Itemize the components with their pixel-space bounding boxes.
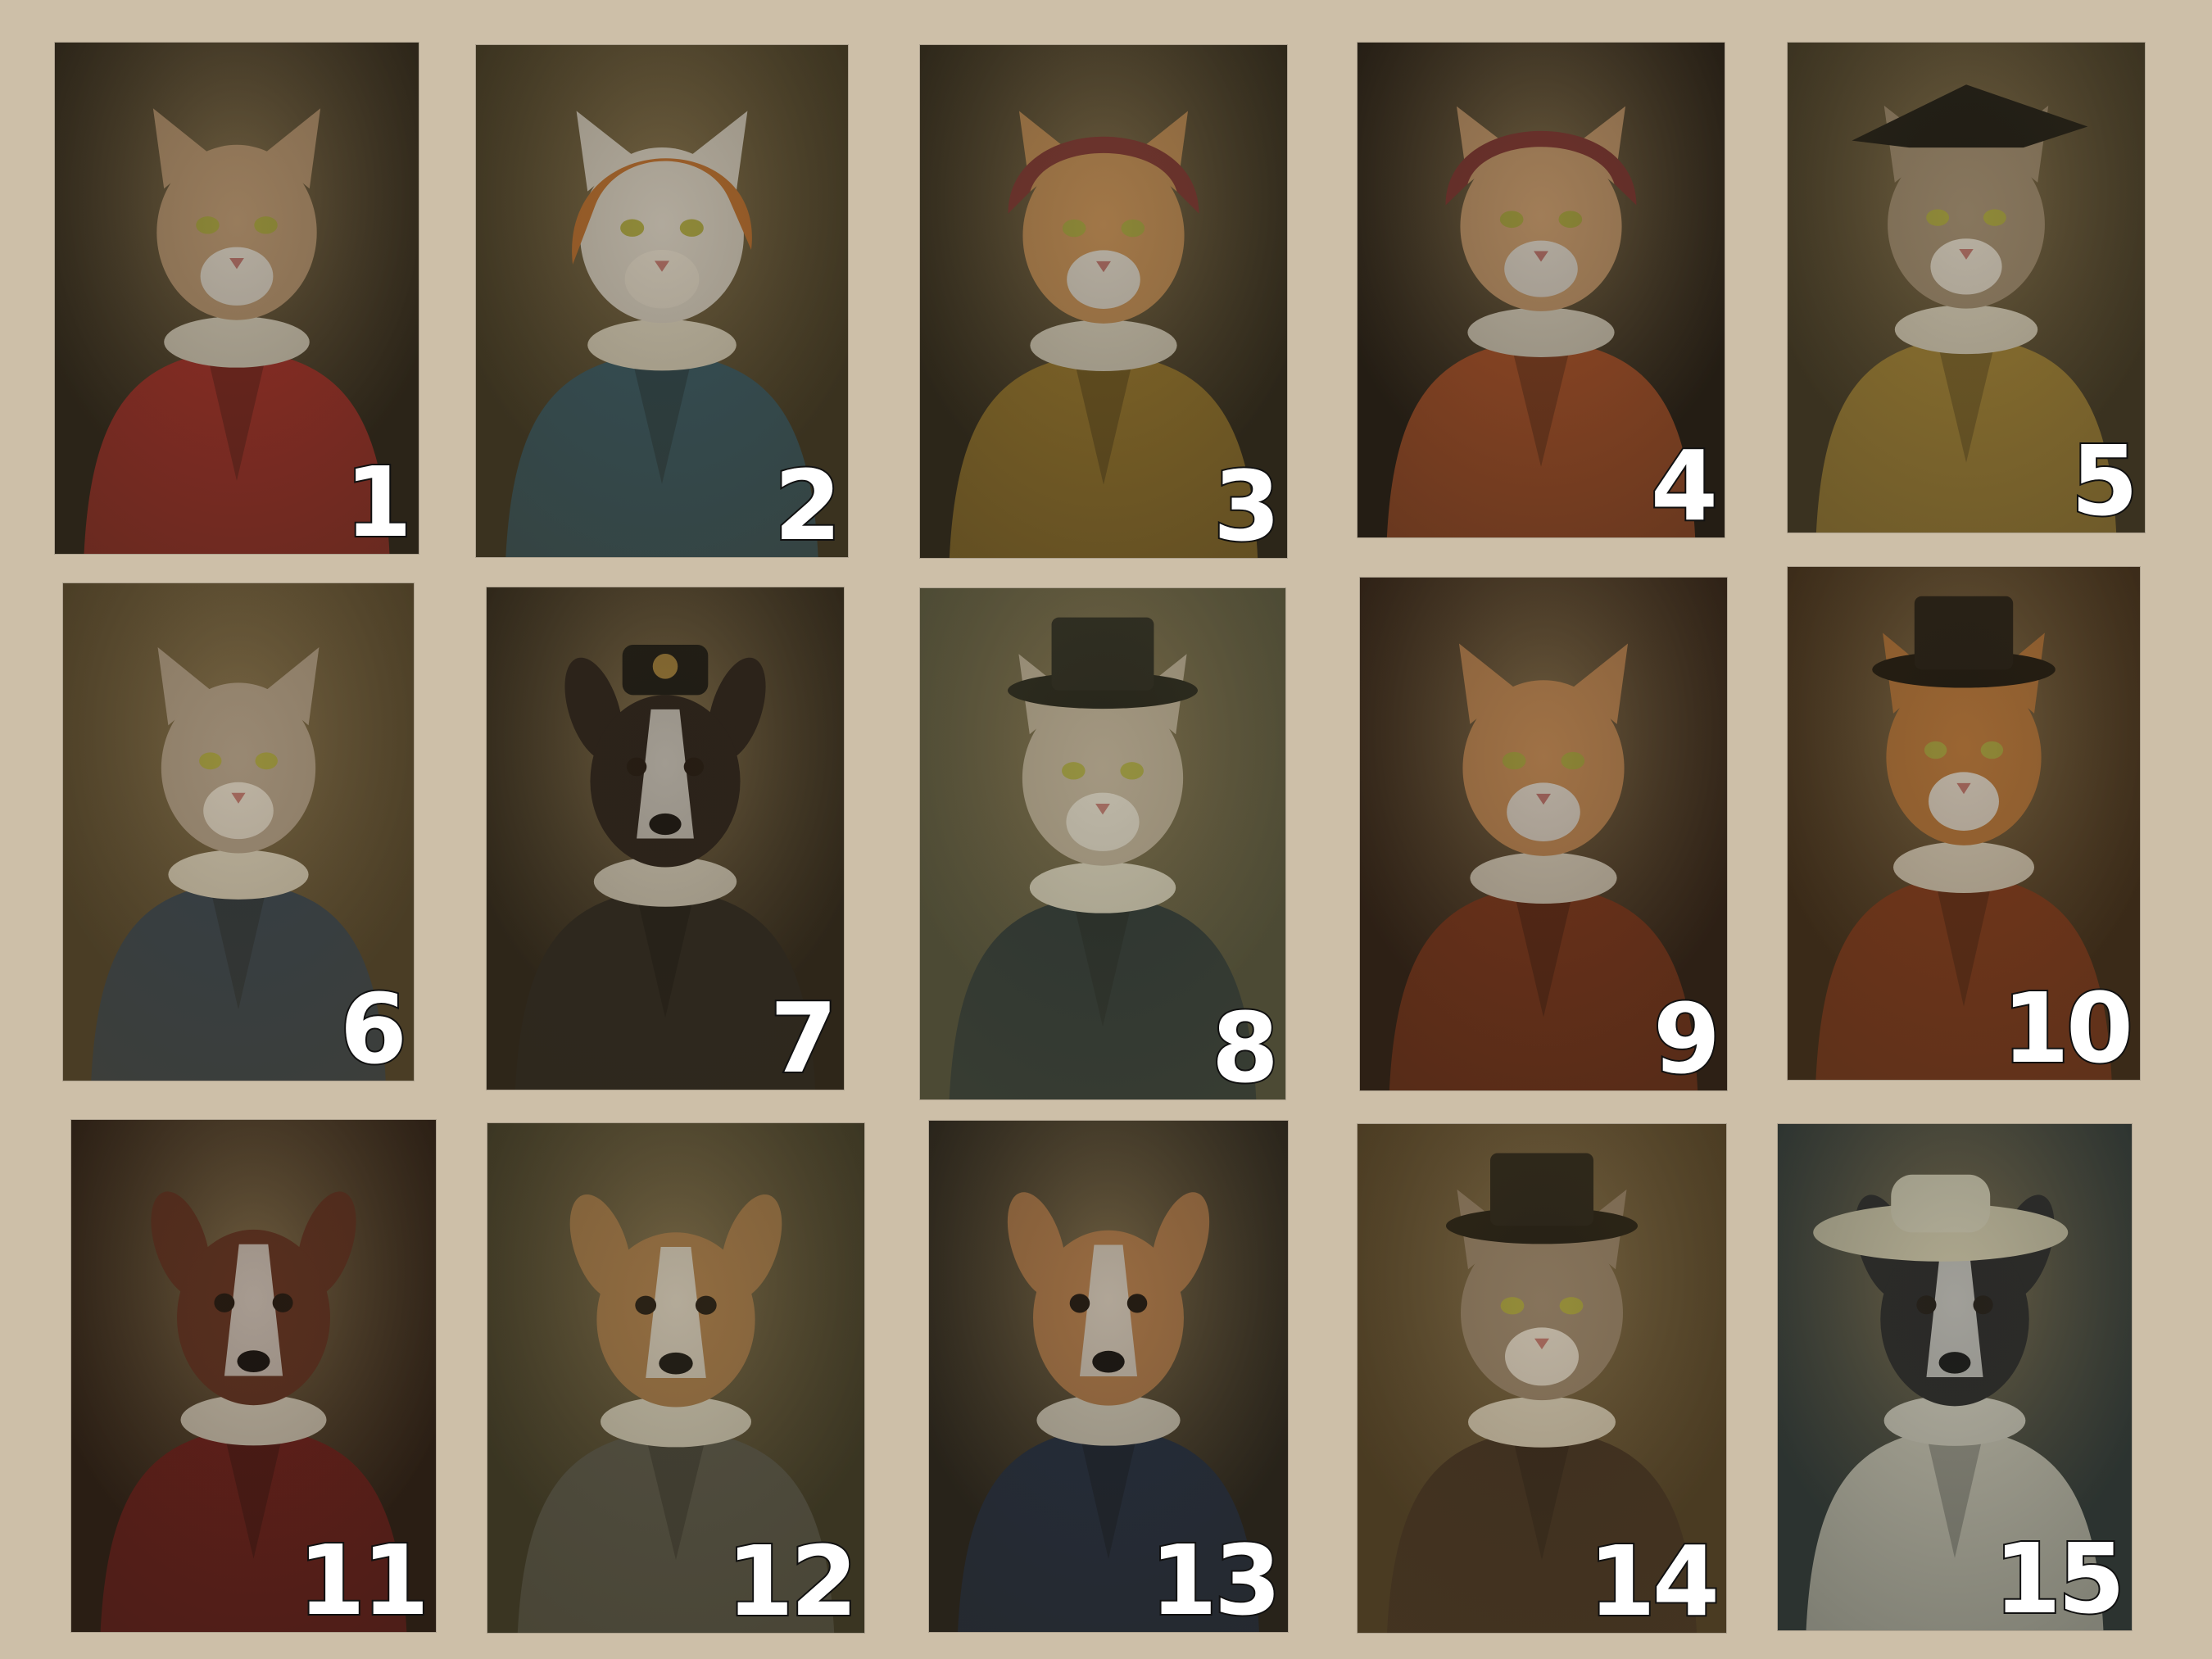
portrait-number: 3 <box>1212 450 1282 558</box>
portrait-number: 12 <box>725 1525 859 1633</box>
portrait-tile[interactable]: 12 <box>487 1123 864 1633</box>
portrait-tile[interactable]: 9 <box>1360 578 1727 1090</box>
portrait-tile[interactable]: 7 <box>487 587 844 1090</box>
portrait-number: 10 <box>2001 972 2135 1080</box>
portrait-tile[interactable]: 13 <box>929 1121 1288 1632</box>
portrait-tile[interactable]: 2 <box>476 45 848 557</box>
portrait-number: 8 <box>1210 991 1281 1099</box>
portrait-tile[interactable]: 1 <box>55 43 419 554</box>
portrait-tile[interactable]: 3 <box>920 45 1287 558</box>
portrait-number: 13 <box>1149 1524 1283 1632</box>
portrait-number: 15 <box>1992 1522 2127 1630</box>
portrait-tile[interactable]: 5 <box>1788 43 2145 533</box>
portrait-collage: { "portraits": [ {"number": "1", "animal… <box>0 0 2212 1659</box>
portrait-tile[interactable]: 14 <box>1358 1124 1726 1633</box>
portrait-number: 11 <box>297 1524 431 1632</box>
portrait-number: 2 <box>773 449 843 557</box>
portrait-tile[interactable]: 11 <box>71 1120 436 1632</box>
portrait-tile[interactable]: 10 <box>1788 567 2140 1080</box>
portrait-tile[interactable]: 8 <box>920 588 1285 1099</box>
portrait-number: 7 <box>768 981 839 1090</box>
portrait-number: 14 <box>1587 1525 1721 1633</box>
portrait-number: 5 <box>2069 424 2140 533</box>
portrait-tile[interactable]: 6 <box>63 583 414 1081</box>
portrait-number: 6 <box>338 972 409 1081</box>
portrait-number: 9 <box>1652 982 1722 1090</box>
portrait-number: 4 <box>1649 429 1720 537</box>
portrait-tile[interactable]: 15 <box>1778 1124 2132 1630</box>
portrait-tile[interactable]: 4 <box>1358 43 1725 537</box>
portrait-number: 1 <box>343 446 414 554</box>
